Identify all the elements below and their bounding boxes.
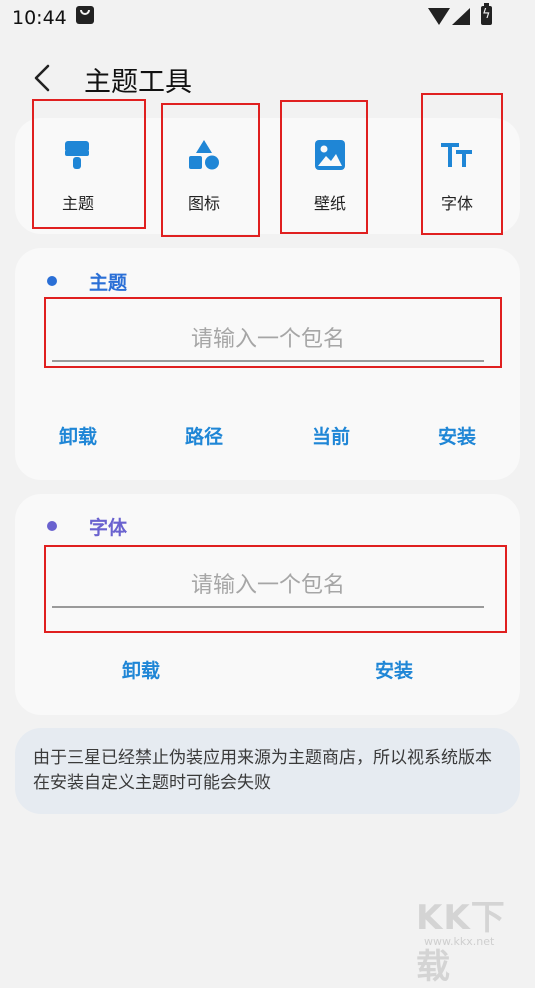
theme-package-input[interactable] (52, 318, 484, 362)
shapes-icon (189, 140, 219, 170)
battery-charging-icon (481, 3, 492, 25)
theme-section-title: 主题 (89, 272, 128, 294)
theme-path-button[interactable]: 路径 (159, 422, 249, 449)
theme-uninstall-button[interactable]: 卸载 (33, 422, 123, 449)
tool-icons-button[interactable]: 图标 (149, 130, 259, 230)
font-package-input[interactable] (52, 564, 484, 608)
theme-package-input-wrap (52, 318, 484, 362)
tool-font-button[interactable]: 字体 (402, 130, 512, 230)
chevron-left-icon (34, 64, 50, 92)
page-title: 主题工具 (84, 67, 192, 98)
theme-install-button[interactable]: 安装 (412, 422, 502, 449)
notice-text: 由于三星已经禁止伪装应用来源为主题商店，所以视系统版本在安装自定义主题时可能会失… (33, 748, 492, 793)
signal-icon (452, 8, 470, 25)
tool-font-label: 字体 (440, 194, 473, 213)
wifi-icon (428, 8, 450, 25)
font-section-dot (47, 521, 57, 531)
tool-icons-label: 图标 (187, 194, 220, 213)
tool-wallpaper-label: 壁纸 (313, 194, 346, 213)
notification-bag-icon (76, 6, 94, 24)
font-package-input-wrap (52, 564, 484, 608)
theme-current-button[interactable]: 当前 (286, 422, 376, 449)
status-time: 10:44 (12, 7, 67, 29)
paint-brush-icon (65, 141, 89, 169)
theme-section-dot (47, 276, 57, 286)
font-section-title: 字体 (89, 517, 128, 539)
tool-wallpaper-button[interactable]: 壁纸 (275, 130, 385, 230)
font-install-button[interactable]: 安装 (349, 656, 439, 683)
back-button[interactable] (28, 62, 58, 94)
image-icon (315, 140, 345, 170)
font-icon (441, 143, 472, 167)
watermark-url: www.kkx.net (424, 935, 495, 948)
font-uninstall-button[interactable]: 卸载 (96, 656, 186, 683)
tool-theme-button[interactable]: 主题 (23, 130, 133, 230)
tool-theme-label: 主题 (61, 194, 94, 213)
